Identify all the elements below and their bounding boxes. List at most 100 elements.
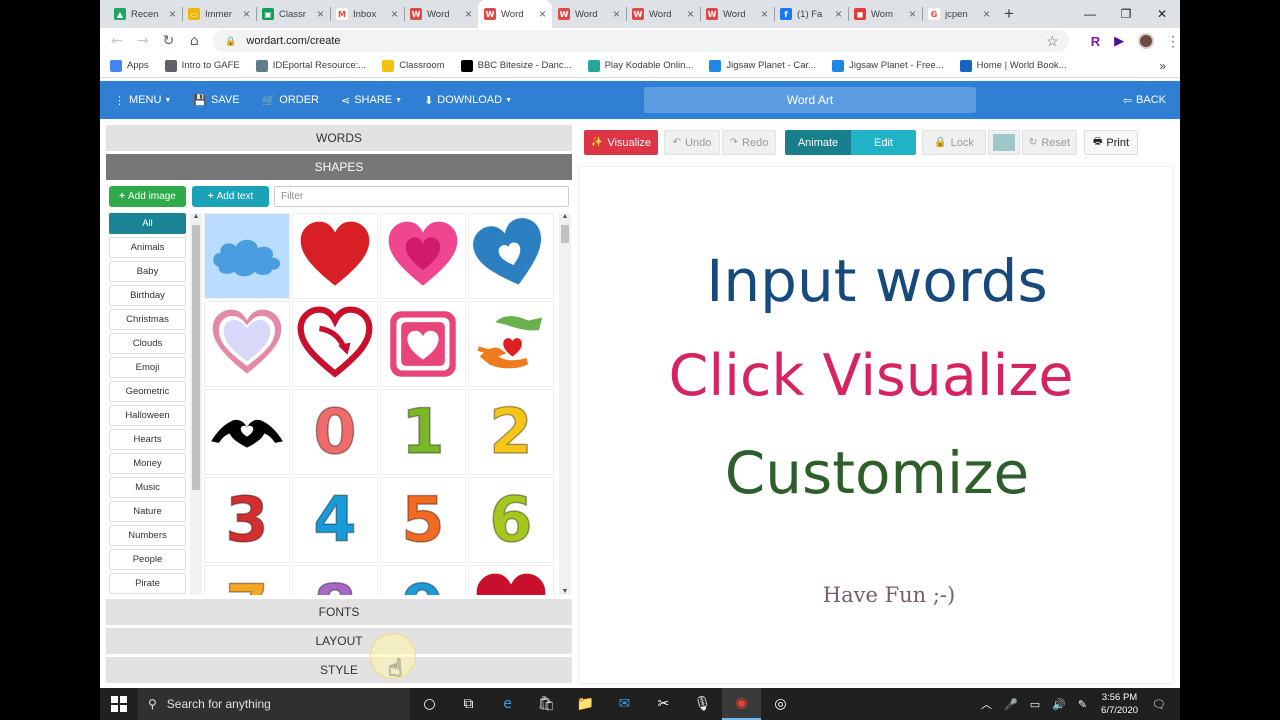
- close-window-icon[interactable]: ✕: [1144, 0, 1180, 28]
- category-hearts[interactable]: Hearts: [109, 429, 186, 450]
- cloud-shape[interactable]: [204, 213, 290, 299]
- taskbar-search[interactable]: ⚲ Search for anything: [138, 688, 410, 720]
- reload-icon[interactable]: ↻: [156, 33, 182, 49]
- fonts-section[interactable]: FONTS: [106, 599, 572, 625]
- close-tab-icon[interactable]: ×: [687, 7, 694, 21]
- number-1-shape[interactable]: 1: [380, 389, 466, 475]
- swirl-heart-shape[interactable]: [292, 301, 378, 387]
- extension-r-icon[interactable]: R: [1091, 34, 1100, 49]
- close-tab-icon[interactable]: ×: [391, 7, 398, 21]
- color-swatch-button[interactable]: [988, 130, 1020, 155]
- category-baby[interactable]: Baby: [109, 261, 186, 282]
- number-5-shape[interactable]: 5: [380, 477, 466, 563]
- number-3-shape[interactable]: 3: [204, 477, 290, 563]
- undo-button[interactable]: ↶ Undo: [664, 130, 720, 155]
- words-section[interactable]: WORDS: [106, 125, 572, 151]
- browser-tab[interactable]: ◼ Wom ×: [848, 0, 922, 28]
- notifications-icon[interactable]: 🗨: [1152, 698, 1166, 711]
- pink-heart-shape[interactable]: [380, 213, 466, 299]
- save-button[interactable]: 💾 SAVE: [193, 94, 239, 107]
- number-2-shape[interactable]: 2: [468, 389, 554, 475]
- number-6-shape[interactable]: 6: [468, 477, 554, 563]
- extension-play-icon[interactable]: ▶: [1114, 33, 1124, 49]
- browser-tab[interactable]: W Word ×: [626, 0, 700, 28]
- framed-heart-shape[interactable]: [380, 301, 466, 387]
- restore-icon[interactable]: ❐: [1108, 0, 1144, 28]
- bookmark-item[interactable]: Jigsaw Planet - Free...: [832, 59, 944, 72]
- style-section[interactable]: STYLE: [106, 657, 572, 683]
- bookmark-item[interactable]: Jigsaw Planet - Car...: [709, 59, 816, 72]
- browser-tab[interactable]: W Word ×: [552, 0, 626, 28]
- bookmark-item[interactable]: IDEportal Resource:...: [255, 59, 366, 72]
- print-button[interactable]: 🖶 Print: [1084, 130, 1138, 155]
- mail-icon[interactable]: ✉: [605, 688, 644, 720]
- scroll-thumb[interactable]: [192, 225, 200, 490]
- close-tab-icon[interactable]: ×: [613, 7, 620, 21]
- category-halloween[interactable]: Halloween: [109, 405, 186, 426]
- bookmark-item[interactable]: Play Kodable Onlin...: [587, 59, 693, 72]
- hands-heart-shape[interactable]: [468, 301, 554, 387]
- snip-icon[interactable]: ✂: [644, 688, 683, 720]
- number-8-shape[interactable]: 8: [292, 565, 378, 595]
- back-button[interactable]: ⇦ BACK: [1123, 81, 1166, 119]
- category-clouds[interactable]: Clouds: [109, 333, 186, 354]
- back-arrow-icon[interactable]: ←: [104, 33, 130, 49]
- number-0-shape[interactable]: 0: [292, 389, 378, 475]
- bookmark-item[interactable]: Classroom: [382, 59, 445, 72]
- category-animals[interactable]: Animals: [109, 237, 186, 258]
- shapes-scrollbar[interactable]: ▲ ▼: [559, 213, 571, 595]
- number-9-shape[interactable]: 9: [380, 565, 466, 595]
- bookmark-item[interactable]: Apps: [110, 59, 149, 72]
- number-7-shape[interactable]: 7: [204, 565, 290, 595]
- category-nature[interactable]: Nature: [109, 501, 186, 522]
- ringed-heart-shape[interactable]: [204, 301, 290, 387]
- browser-tab[interactable]: ▭ Immer ×: [182, 0, 256, 28]
- browser-tab[interactable]: W Word ×: [700, 0, 774, 28]
- category-scrollbar[interactable]: ▲: [190, 213, 202, 595]
- cortana-icon[interactable]: ○: [410, 688, 449, 720]
- tray-chevron-icon[interactable]: ︿: [981, 696, 992, 712]
- start-button[interactable]: [100, 688, 138, 720]
- category-emoji[interactable]: Emoji: [109, 357, 186, 378]
- file-explorer-icon[interactable]: 📁: [566, 688, 605, 720]
- category-pirate[interactable]: Pirate: [109, 573, 186, 594]
- more-bookmarks-icon[interactable]: »: [1159, 59, 1166, 73]
- heart-shape[interactable]: [468, 565, 554, 595]
- redo-button[interactable]: ↷ Redo: [722, 130, 776, 155]
- share-button[interactable]: ⋖ SHARE ▼: [341, 94, 402, 107]
- browser-tab[interactable]: Gjcpen ×: [922, 0, 996, 28]
- clock[interactable]: 3:56 PM 6/7/2020: [1101, 691, 1138, 717]
- category-christmas[interactable]: Christmas: [109, 309, 186, 330]
- lock-button[interactable]: 🔒 Lock: [922, 130, 986, 155]
- scroll-up-icon[interactable]: ▲: [559, 213, 571, 220]
- voice-recorder-icon[interactable]: 🎙: [683, 688, 722, 720]
- add-text-button[interactable]: + Add text: [192, 186, 269, 207]
- browser-tab[interactable]: f (1) Fa ×: [774, 0, 848, 28]
- minimize-icon[interactable]: —: [1072, 0, 1108, 28]
- download-button[interactable]: ⬇ DOWNLOAD ▼: [424, 94, 512, 107]
- scroll-thumb[interactable]: [561, 225, 569, 243]
- shapes-section[interactable]: SHAPES: [106, 154, 572, 180]
- edge-icon[interactable]: e: [488, 688, 527, 720]
- layout-section[interactable]: LAYOUT: [106, 628, 572, 654]
- category-numbers[interactable]: Numbers: [109, 525, 186, 546]
- browser-menu-icon[interactable]: ⋮: [1166, 33, 1180, 50]
- wordart-title[interactable]: Word Art: [644, 87, 976, 113]
- bookmark-star-icon[interactable]: ☆: [1046, 33, 1059, 50]
- close-tab-icon[interactable]: ×: [983, 7, 990, 21]
- url-field[interactable]: 🔒 wordart.com/create ☆: [213, 30, 1069, 52]
- task-view-icon[interactable]: ⧉: [449, 688, 488, 720]
- close-tab-icon[interactable]: ×: [909, 7, 916, 21]
- profile-avatar[interactable]: [1138, 33, 1154, 49]
- order-button[interactable]: 🛒 ORDER: [262, 94, 319, 107]
- animate-button[interactable]: Animate: [785, 130, 851, 155]
- bookmark-item[interactable]: Home | World Book...: [959, 59, 1067, 72]
- close-tab-icon[interactable]: ×: [243, 7, 250, 21]
- close-tab-icon[interactable]: ×: [317, 7, 324, 21]
- browser-tab[interactable]: W Word ×: [478, 0, 552, 28]
- hand-heart-shape[interactable]: [204, 389, 290, 475]
- number-4-shape[interactable]: 4: [292, 477, 378, 563]
- battery-icon[interactable]: ▭: [1030, 698, 1040, 711]
- close-tab-icon[interactable]: ×: [539, 7, 546, 21]
- home-icon[interactable]: ⌂: [181, 33, 207, 49]
